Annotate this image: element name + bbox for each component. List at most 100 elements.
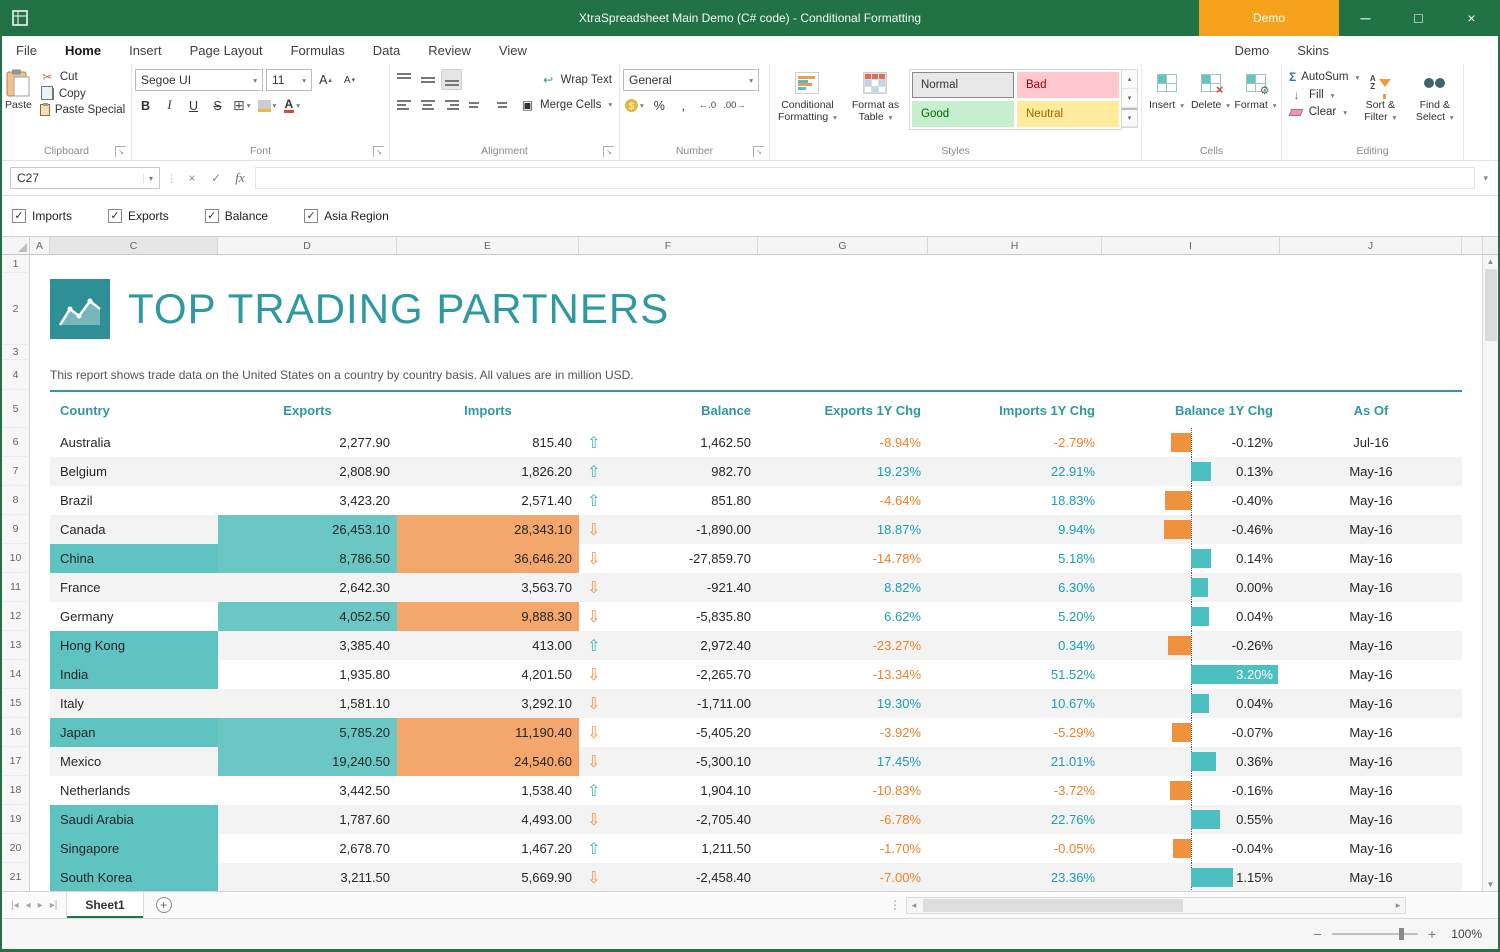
column-header-e[interactable]: E: [397, 237, 579, 254]
row-header-1[interactable]: 1: [2, 255, 30, 273]
font-color-button[interactable]: A▾: [281, 95, 302, 116]
cell-imports-1y-chg[interactable]: -2.79%: [928, 428, 1102, 457]
row-header-21[interactable]: 21: [2, 863, 30, 891]
cell-balance-1y-chg[interactable]: -0.12%: [1102, 428, 1280, 457]
align-left-button[interactable]: [393, 94, 414, 115]
fill-button[interactable]: ↓Fill▾: [1285, 87, 1351, 103]
merge-cells-button[interactable]: ▣Merge Cells▾: [516, 97, 616, 113]
cell-exports-1y-chg[interactable]: -3.92%: [758, 718, 928, 747]
horizontal-scrollbar-track[interactable]: [921, 898, 1391, 913]
underline-button[interactable]: U: [183, 95, 204, 116]
close-button[interactable]: ×: [1445, 0, 1498, 36]
cell-exports[interactable]: 2,678.70: [218, 834, 397, 863]
table-header-exports-1y-chg[interactable]: Exports 1Y Chg: [758, 390, 928, 428]
copy-button[interactable]: Copy: [36, 87, 129, 101]
last-sheet-button[interactable]: ▸|: [50, 900, 58, 911]
align-middle-button[interactable]: [417, 69, 438, 90]
row-header-10[interactable]: 10: [2, 544, 30, 573]
table-header-balance[interactable]: Balance: [579, 390, 758, 428]
row-header-2[interactable]: 2: [2, 273, 30, 345]
italic-button[interactable]: I: [159, 95, 180, 116]
cell-imports[interactable]: 24,540.60: [397, 747, 579, 776]
strikethrough-button[interactable]: S: [207, 95, 228, 116]
cell-imports-1y-chg[interactable]: 18.83%: [928, 486, 1102, 515]
column-header-j[interactable]: J: [1280, 237, 1462, 254]
cell-balance-1y-chg[interactable]: 3.20%: [1102, 660, 1280, 689]
align-center-button[interactable]: [417, 94, 438, 115]
gallery-more-button[interactable]: ▾: [1122, 108, 1137, 127]
cell-imports[interactable]: 3,563.70: [397, 573, 579, 602]
cell-exports[interactable]: 26,453.10: [218, 515, 397, 544]
cell-as-of[interactable]: May-16: [1280, 602, 1462, 631]
cell-balance[interactable]: ⇩-5,300.10: [579, 747, 758, 776]
menu-tab-data[interactable]: Data: [359, 36, 414, 64]
bold-button[interactable]: B: [135, 95, 156, 116]
cell[interactable]: [30, 390, 50, 428]
cell-exports[interactable]: 2,277.90: [218, 428, 397, 457]
enter-button[interactable]: ✓: [207, 171, 225, 185]
table-header-country[interactable]: Country: [50, 390, 218, 428]
comma-style-button[interactable]: ,: [673, 95, 694, 116]
cell-imports[interactable]: 413.00: [397, 631, 579, 660]
find-select-button[interactable]: Find & Select ▾: [1410, 66, 1461, 123]
vertical-scrollbar-thumb[interactable]: [1485, 269, 1497, 341]
cell-imports-1y-chg[interactable]: -5.29%: [928, 718, 1102, 747]
cell-imports-1y-chg[interactable]: 51.52%: [928, 660, 1102, 689]
cell-as-of[interactable]: May-16: [1280, 515, 1462, 544]
vertical-scrollbar[interactable]: ▲ ▼: [1482, 255, 1498, 891]
row-header-12[interactable]: 12: [2, 602, 30, 631]
cell-balance-1y-chg[interactable]: -0.04%: [1102, 834, 1280, 863]
cell-balance[interactable]: ⇩-1,890.00: [579, 515, 758, 544]
clear-button[interactable]: Clear▾: [1285, 105, 1351, 119]
cell-exports-1y-chg[interactable]: 6.62%: [758, 602, 928, 631]
increase-decimal-button[interactable]: ←.0: [697, 95, 718, 116]
insert-cells-button[interactable]: Insert ▾: [1146, 66, 1188, 112]
report-header[interactable]: TOP TRADING PARTNERS: [30, 273, 1462, 345]
align-bottom-button[interactable]: [441, 69, 462, 90]
font-size-combo[interactable]: 11▾: [266, 69, 312, 91]
cell-balance[interactable]: ⇩-5,835.80: [579, 602, 758, 631]
cell-style-normal[interactable]: Normal: [912, 72, 1014, 98]
zoom-in-button[interactable]: +: [1428, 926, 1436, 942]
cell-imports-1y-chg[interactable]: 0.34%: [928, 631, 1102, 660]
cell-country[interactable]: Saudi Arabia: [50, 805, 218, 834]
formula-bar-expand-icon[interactable]: ▾: [1481, 173, 1490, 184]
row-header-15[interactable]: 15: [2, 689, 30, 718]
cell-country[interactable]: Australia: [50, 428, 218, 457]
gallery-up-button[interactable]: ▴: [1122, 70, 1137, 89]
horizontal-scrollbar-thumb[interactable]: [923, 899, 1183, 912]
filter-checkbox-exports[interactable]: ✓Exports: [108, 209, 169, 223]
cell-exports[interactable]: 1,581.10: [218, 689, 397, 718]
grow-font-button[interactable]: A▴: [315, 70, 336, 91]
conditional-formatting-button[interactable]: Conditional Formatting ▾: [773, 66, 842, 123]
font-name-combo[interactable]: Segoe UI▾: [135, 69, 263, 91]
menu-tab-insert[interactable]: Insert: [115, 36, 176, 64]
table-header-imports[interactable]: Imports: [397, 390, 579, 428]
cell-exports[interactable]: 1,787.60: [218, 805, 397, 834]
zoom-slider[interactable]: [1332, 933, 1418, 935]
cell-country[interactable]: France: [50, 573, 218, 602]
cell-exports-1y-chg[interactable]: 18.87%: [758, 515, 928, 544]
menu-tab-skins[interactable]: Skins: [1283, 36, 1343, 64]
zoom-out-button[interactable]: −: [1314, 926, 1322, 942]
row-header-13[interactable]: 13: [2, 631, 30, 660]
cell-exports-1y-chg[interactable]: -8.94%: [758, 428, 928, 457]
cell-balance[interactable]: ⇩-921.40: [579, 573, 758, 602]
row-header-17[interactable]: 17: [2, 747, 30, 776]
cell-balance-1y-chg[interactable]: -0.07%: [1102, 718, 1280, 747]
cell-imports-1y-chg[interactable]: 23.36%: [928, 863, 1102, 891]
name-box[interactable]: C27▾: [10, 167, 160, 189]
menu-tab-page-layout[interactable]: Page Layout: [176, 36, 277, 64]
shrink-font-button[interactable]: A▾: [339, 70, 360, 91]
table-header-imports-1y-chg[interactable]: Imports 1Y Chg: [928, 390, 1102, 428]
cell-exports-1y-chg[interactable]: 19.23%: [758, 457, 928, 486]
cell-imports-1y-chg[interactable]: 5.18%: [928, 544, 1102, 573]
format-cells-button[interactable]: Format ▾: [1234, 66, 1278, 112]
cell-imports-1y-chg[interactable]: -0.05%: [928, 834, 1102, 863]
chevron-down-icon[interactable]: ▾: [143, 174, 153, 183]
cell-balance-1y-chg[interactable]: 0.04%: [1102, 602, 1280, 631]
cell-imports-1y-chg[interactable]: 22.91%: [928, 457, 1102, 486]
row-header-8[interactable]: 8: [2, 486, 30, 515]
cell-exports[interactable]: 3,423.20: [218, 486, 397, 515]
cell-balance[interactable]: ⇩-27,859.70: [579, 544, 758, 573]
